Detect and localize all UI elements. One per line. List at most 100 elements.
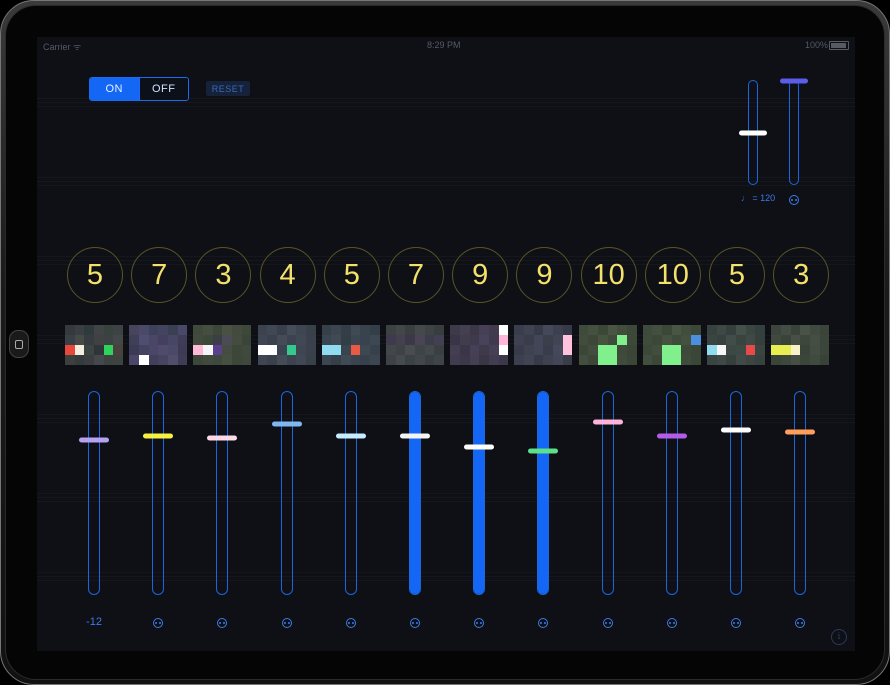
pattern-cell[interactable]: [533, 345, 544, 355]
pattern-cell[interactable]: [212, 345, 223, 355]
link-icon[interactable]: [538, 618, 549, 628]
pattern-cell[interactable]: [241, 325, 252, 335]
pattern-cell[interactable]: [562, 345, 573, 355]
pattern-cell[interactable]: [138, 335, 149, 345]
pattern-cell[interactable]: [267, 355, 277, 365]
pattern-cell[interactable]: [203, 345, 213, 355]
pattern-cell[interactable]: [771, 345, 781, 355]
pattern-cell[interactable]: [771, 325, 781, 335]
pattern-cell[interactable]: [158, 325, 168, 335]
pattern-cell[interactable]: [424, 325, 435, 335]
pattern-cell[interactable]: [745, 335, 756, 345]
pattern-cell[interactable]: [286, 325, 297, 335]
pattern-cell[interactable]: [588, 335, 598, 345]
pattern-cell[interactable]: [331, 355, 342, 365]
pattern-cell[interactable]: [148, 335, 159, 345]
pattern-cell[interactable]: [405, 355, 415, 365]
pattern-cell[interactable]: [94, 325, 104, 335]
pattern-grid[interactable]: [514, 325, 573, 365]
pattern-cell[interactable]: [809, 345, 820, 355]
pattern-cell[interactable]: [588, 325, 598, 335]
pattern-cell[interactable]: [790, 325, 801, 335]
pattern-cell[interactable]: [341, 355, 351, 365]
pattern-cell[interactable]: [331, 345, 342, 355]
pattern-cell[interactable]: [167, 335, 178, 345]
pattern-cell[interactable]: [360, 345, 371, 355]
pattern-cell[interactable]: [296, 345, 306, 355]
pattern-cell[interactable]: [578, 335, 589, 345]
pattern-cell[interactable]: [726, 335, 736, 345]
pattern-cell[interactable]: [129, 355, 139, 365]
link-icon[interactable]: [345, 618, 356, 628]
pattern-cell[interactable]: [94, 355, 104, 365]
home-button[interactable]: [9, 330, 29, 358]
pattern-cell[interactable]: [276, 355, 287, 365]
pattern-cell[interactable]: [662, 345, 672, 355]
pattern-cell[interactable]: [434, 325, 444, 335]
channel-fader-knob[interactable]: [79, 437, 109, 443]
pattern-cell[interactable]: [562, 325, 573, 335]
pattern-cell[interactable]: [257, 355, 268, 365]
pattern-cell[interactable]: [498, 355, 509, 365]
pattern-cell[interactable]: [819, 335, 830, 345]
channel-fader[interactable]: [79, 391, 109, 595]
pattern-cell[interactable]: [780, 355, 791, 365]
pattern-cell[interactable]: [232, 325, 242, 335]
pattern-cell[interactable]: [305, 335, 316, 345]
pattern-cell[interactable]: [543, 325, 554, 335]
pattern-cell[interactable]: [167, 355, 178, 365]
pattern-cell[interactable]: [103, 355, 114, 365]
pattern-cell[interactable]: [707, 335, 717, 345]
pattern-cell[interactable]: [716, 325, 727, 335]
pattern-cell[interactable]: [203, 335, 213, 345]
pattern-cell[interactable]: [84, 335, 94, 345]
pattern-grid[interactable]: [129, 325, 188, 365]
pattern-cell[interactable]: [533, 335, 544, 345]
pattern-cell[interactable]: [395, 335, 406, 345]
channel-number-button[interactable]: 10: [580, 247, 637, 303]
pattern-cell[interactable]: [524, 345, 534, 355]
channel-fader-knob[interactable]: [528, 448, 559, 454]
pattern-cell[interactable]: [257, 345, 268, 355]
pattern-cell[interactable]: [800, 335, 810, 345]
pattern-cell[interactable]: [370, 325, 380, 335]
channel-fader[interactable]: [656, 391, 687, 595]
pattern-cell[interactable]: [498, 335, 509, 345]
pattern-cell[interactable]: [74, 325, 85, 335]
pattern-cell[interactable]: [286, 345, 297, 355]
pattern-cell[interactable]: [578, 355, 589, 365]
link-icon[interactable]: [281, 618, 292, 628]
pattern-cell[interactable]: [341, 325, 351, 335]
pattern-cell[interactable]: [459, 355, 470, 365]
pattern-cell[interactable]: [553, 355, 563, 365]
pattern-cell[interactable]: [790, 335, 801, 345]
pattern-cell[interactable]: [286, 335, 297, 345]
pattern-cell[interactable]: [479, 355, 489, 365]
pattern-cell[interactable]: [395, 325, 406, 335]
channel-number-button[interactable]: 10: [644, 247, 701, 303]
pattern-cell[interactable]: [193, 345, 204, 355]
pattern-cell[interactable]: [809, 335, 820, 345]
pattern-cell[interactable]: [736, 345, 746, 355]
channel-fader[interactable]: [143, 391, 174, 595]
pattern-cell[interactable]: [488, 355, 499, 365]
pattern-cell[interactable]: [158, 335, 168, 345]
pattern-cell[interactable]: [158, 345, 168, 355]
pattern-cell[interactable]: [790, 355, 801, 365]
pattern-grid[interactable]: [386, 325, 444, 365]
pattern-cell[interactable]: [726, 355, 736, 365]
pattern-cell[interactable]: [232, 335, 242, 345]
pattern-cell[interactable]: [386, 325, 396, 335]
channel-fader-knob[interactable]: [464, 444, 495, 450]
pattern-cell[interactable]: [103, 325, 114, 335]
pattern-cell[interactable]: [94, 335, 104, 345]
pattern-cell[interactable]: [450, 325, 460, 335]
pattern-cell[interactable]: [588, 345, 598, 355]
channel-fader[interactable]: [400, 391, 430, 595]
pattern-cell[interactable]: [780, 325, 791, 335]
pattern-cell[interactable]: [74, 335, 85, 345]
pattern-cell[interactable]: [533, 325, 544, 335]
channel-fader[interactable]: [785, 391, 816, 595]
pattern-cell[interactable]: [65, 345, 75, 355]
pattern-cell[interactable]: [113, 355, 123, 365]
